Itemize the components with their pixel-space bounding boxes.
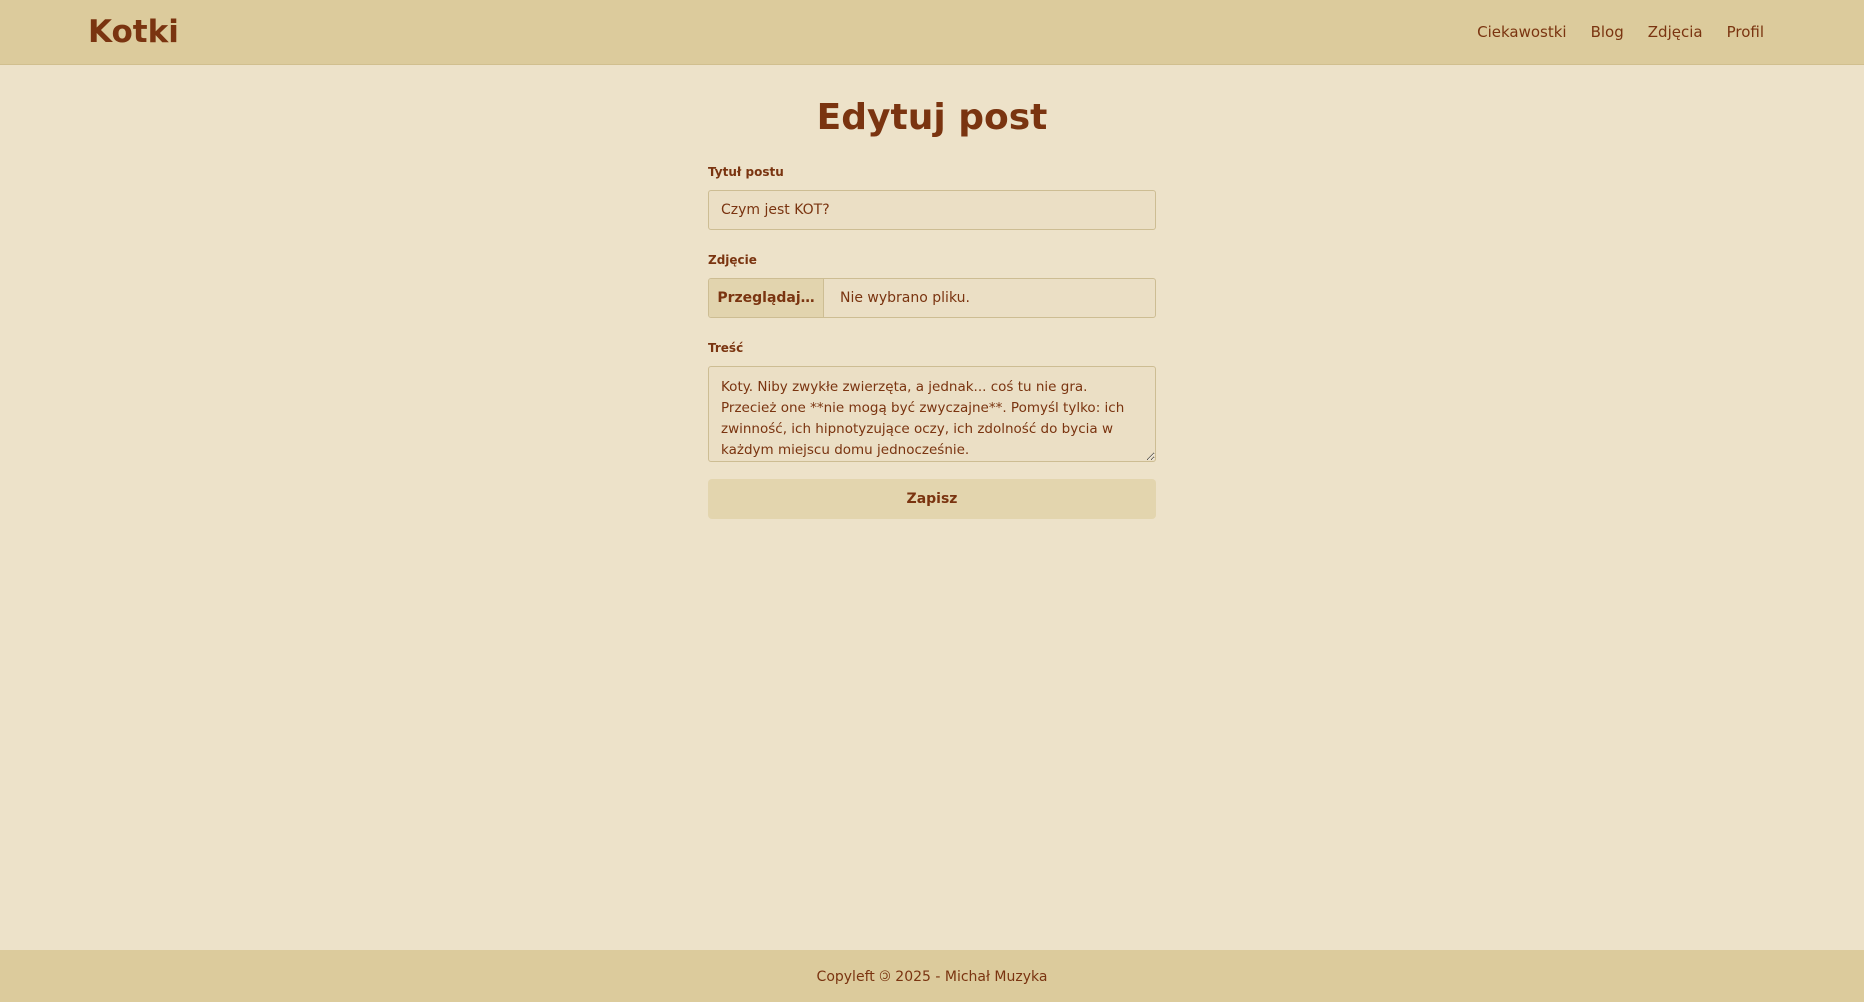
title-label: Tytuł postu xyxy=(708,165,784,179)
edit-post-form: Tytuł postu Zdjęcie Przeglądaj… Nie wybr… xyxy=(708,164,1156,519)
title-input[interactable] xyxy=(708,190,1156,230)
page-title: Edytuj post xyxy=(816,97,1048,138)
nav-link-blog[interactable]: Blog xyxy=(1591,20,1624,44)
nav-link-profil[interactable]: Profil xyxy=(1727,20,1764,44)
brand-logo[interactable]: Kotki xyxy=(88,12,179,52)
footer-text: Copyleft 🄯 2025 - Michał Muzyka xyxy=(816,969,1048,985)
photo-label: Zdjęcie xyxy=(708,253,757,267)
save-button[interactable]: Zapisz xyxy=(708,479,1156,519)
navbar: Kotki Ciekawostki Blog Zdjęcia Profil xyxy=(0,0,1864,65)
nav-link-ciekawostki[interactable]: Ciekawostki xyxy=(1477,20,1566,44)
photo-file-input[interactable]: Przeglądaj… Nie wybrano pliku. xyxy=(708,278,1156,318)
footer: Copyleft 🄯 2025 - Michał Muzyka xyxy=(0,950,1864,1002)
nav-link-zdjecia[interactable]: Zdjęcia xyxy=(1648,20,1703,44)
browse-button[interactable]: Przeglądaj… xyxy=(709,279,824,317)
file-status-text: Nie wybrano pliku. xyxy=(840,290,970,306)
content-textarea[interactable]: Koty. Niby zwykłe zwierzęta, a jednak...… xyxy=(708,366,1156,462)
edit-post-container: Edytuj post Tytuł postu Zdjęcie Przegląd… xyxy=(708,92,1156,519)
content-label: Treść xyxy=(708,341,744,355)
nav-links: Ciekawostki Blog Zdjęcia Profil xyxy=(1477,20,1764,44)
